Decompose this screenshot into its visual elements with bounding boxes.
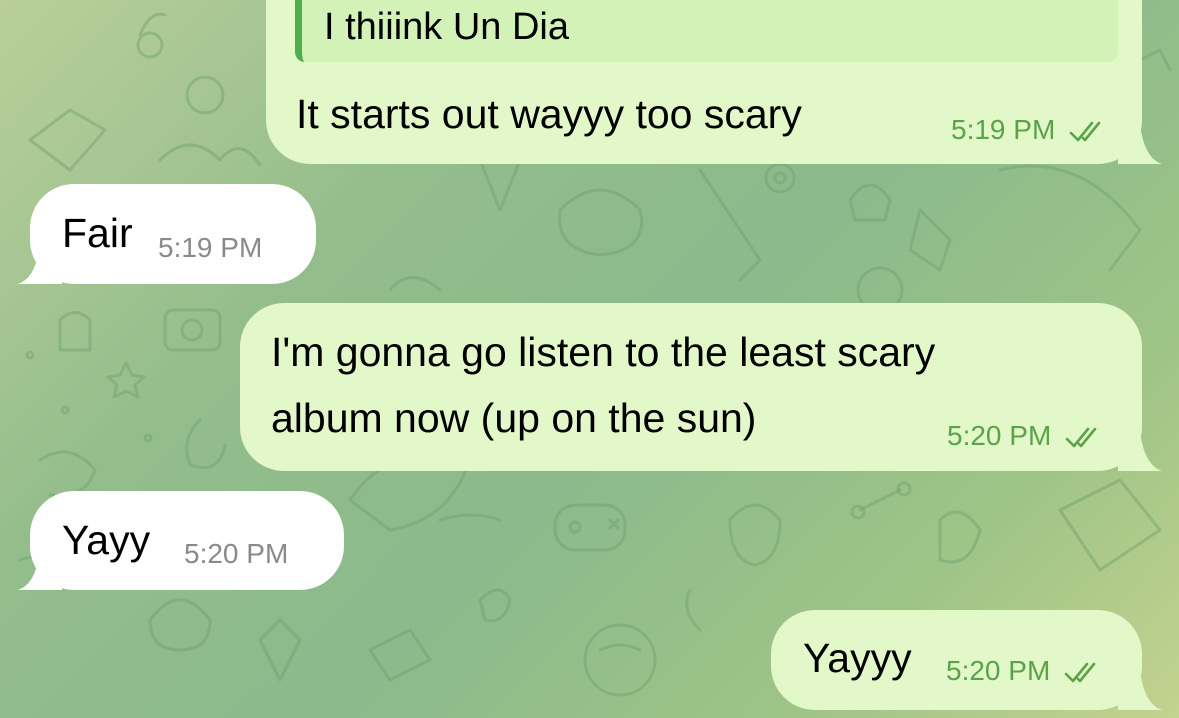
reply-quote-text: I thiiink Un Dia bbox=[324, 6, 569, 48]
message-text: It starts out wayyy too scary bbox=[296, 91, 802, 137]
bubble-tail-outgoing bbox=[1118, 124, 1162, 164]
timestamp: 5:20 PM bbox=[946, 655, 1051, 686]
timestamp: 5:20 PM bbox=[184, 538, 289, 569]
bubble-tail-outgoing bbox=[1118, 431, 1162, 471]
timestamp: 5:19 PM bbox=[951, 114, 1056, 145]
double-check-icon bbox=[1069, 121, 1101, 141]
bubble-tail-incoming bbox=[18, 244, 62, 284]
message-text: Yayy bbox=[62, 517, 151, 563]
double-check-icon bbox=[1064, 662, 1096, 682]
reply-quote[interactable]: I thiiink Un Dia bbox=[295, 0, 1118, 62]
timestamp: 5:20 PM bbox=[947, 420, 1052, 451]
bubble-tail-outgoing bbox=[1118, 670, 1162, 710]
message-text: Yayyy bbox=[803, 635, 912, 681]
message-time: 5:20 PM bbox=[946, 655, 1100, 687]
message-text-line: I'm gonna go listen to the least scary bbox=[271, 329, 936, 375]
message-time: 5:20 PM bbox=[947, 420, 1101, 452]
message-text-line: album now (up on the sun) bbox=[271, 395, 757, 441]
timestamp: 5:19 PM bbox=[158, 232, 263, 263]
double-check-icon bbox=[1065, 427, 1097, 447]
message-text: Fair bbox=[62, 210, 133, 256]
message-time: 5:19 PM bbox=[951, 114, 1105, 146]
bubble-tail-incoming bbox=[18, 550, 62, 590]
